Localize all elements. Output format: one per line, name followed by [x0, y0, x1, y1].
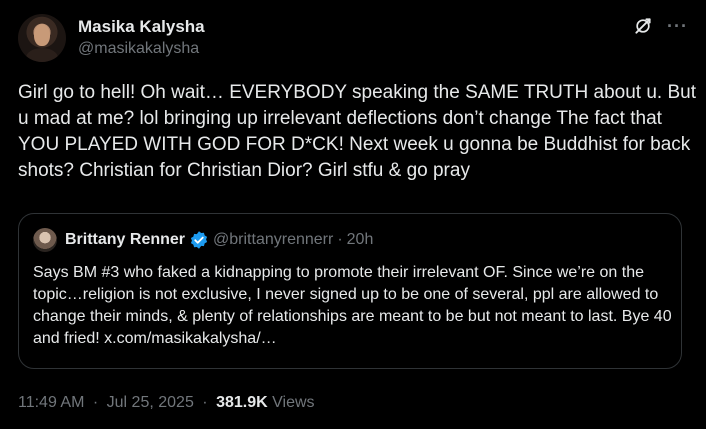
- more-options-icon[interactable]: ···: [667, 16, 688, 36]
- verified-badge-icon: [190, 231, 208, 249]
- tweet-text: Girl go to hell! Oh wait… EVERYBODY spea…: [18, 82, 696, 181]
- quoted-tweet[interactable]: Brittany Renner @brittanyrennerr · 20h S…: [18, 213, 682, 369]
- quoted-tweet-header: Brittany Renner @brittanyrennerr · 20h: [33, 228, 373, 252]
- quoted-timestamp[interactable]: 20h: [347, 231, 374, 249]
- meta-separator-2: ·: [202, 394, 208, 411]
- avatar-body: [26, 48, 58, 62]
- quoted-author-handle[interactable]: @brittanyrennerr: [213, 231, 333, 249]
- tweet-time[interactable]: 11:49 AM: [18, 394, 84, 411]
- author-name-block: Masika Kalysha @masikakalysha: [78, 16, 205, 59]
- tweet-header: Masika Kalysha @masikakalysha ···: [18, 12, 688, 64]
- quoted-separator: ·: [337, 231, 343, 248]
- quoted-author-display-name[interactable]: Brittany Renner: [65, 231, 185, 249]
- header-actions: ···: [633, 16, 688, 36]
- author-display-name[interactable]: Masika Kalysha: [78, 16, 205, 37]
- meta-separator-1: ·: [92, 394, 99, 411]
- grok-icon[interactable]: [633, 16, 653, 36]
- author-avatar[interactable]: [18, 14, 66, 62]
- tweet-date[interactable]: Jul 25, 2025: [107, 394, 194, 411]
- quoted-author-avatar[interactable]: [33, 228, 57, 252]
- views-label: Views: [272, 394, 315, 411]
- avatar-face: [34, 24, 50, 46]
- views-count: 381.9K: [216, 394, 268, 411]
- tweet-meta: 11:49 AM · Jul 25, 2025 · 381.9K Views: [18, 394, 315, 412]
- author-handle[interactable]: @masikakalysha: [78, 39, 205, 59]
- quoted-tweet-text: Says BM #3 who faked a kidnapping to pro…: [33, 264, 672, 347]
